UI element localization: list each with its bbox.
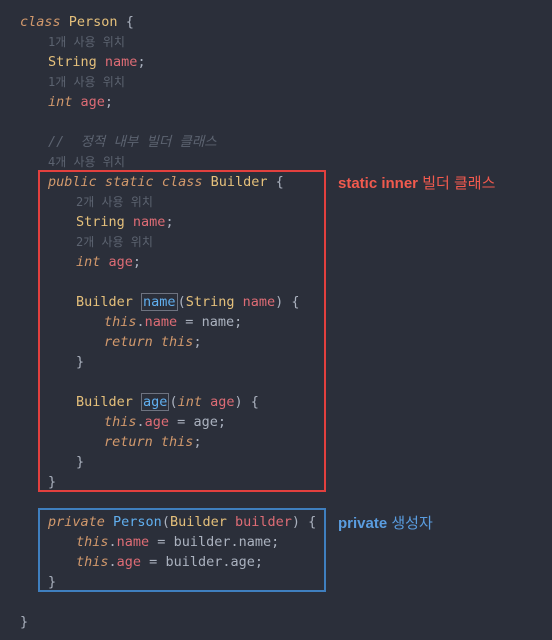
code-line: String name; (20, 52, 552, 72)
code-line: this.age = age; (20, 412, 552, 432)
code-line: } (20, 472, 552, 492)
code-line: int age; (20, 252, 552, 272)
code-line: this.name = name; (20, 312, 552, 332)
code-line: } (20, 352, 552, 372)
blank-line (20, 272, 552, 292)
usage-hint[interactable]: 2개 사용 위치 (20, 192, 552, 212)
unused-method[interactable]: name (141, 293, 178, 311)
comment: // 정적 내부 빌더 클래스 (20, 132, 552, 152)
code-line: this.name = builder.name; (20, 532, 552, 552)
blank-line (20, 492, 552, 512)
blank-line (20, 372, 552, 392)
code-line: int age; (20, 92, 552, 112)
annotation-blue: private 생성자 (338, 514, 433, 534)
code-editor[interactable]: class Person { 1개 사용 위치 String name; 1개 … (20, 12, 552, 632)
code-line: return this; (20, 432, 552, 452)
code-line: this.age = builder.age; (20, 552, 552, 572)
blank-line (20, 592, 552, 612)
usage-hint[interactable]: 4개 사용 위치 (20, 152, 552, 172)
code-line: } (20, 612, 552, 632)
code-line: class Person { (20, 12, 552, 32)
usage-hint[interactable]: 1개 사용 위치 (20, 32, 552, 52)
annotation-red: static inner 빌더 클래스 (338, 174, 495, 194)
code-line: Builder name(String name) { (20, 292, 552, 312)
class-name: Person (69, 14, 118, 30)
code-line: String name; (20, 212, 552, 232)
code-line: Builder age(int age) { (20, 392, 552, 412)
code-line: } (20, 572, 552, 592)
unused-method[interactable]: age (141, 393, 169, 411)
code-line: return this; (20, 332, 552, 352)
blank-line (20, 112, 552, 132)
code-line: private Person(Builder builder) { (20, 512, 552, 532)
keyword-class: class (20, 14, 61, 30)
code-line: } (20, 452, 552, 472)
usage-hint[interactable]: 1개 사용 위치 (20, 72, 552, 92)
usage-hint[interactable]: 2개 사용 위치 (20, 232, 552, 252)
